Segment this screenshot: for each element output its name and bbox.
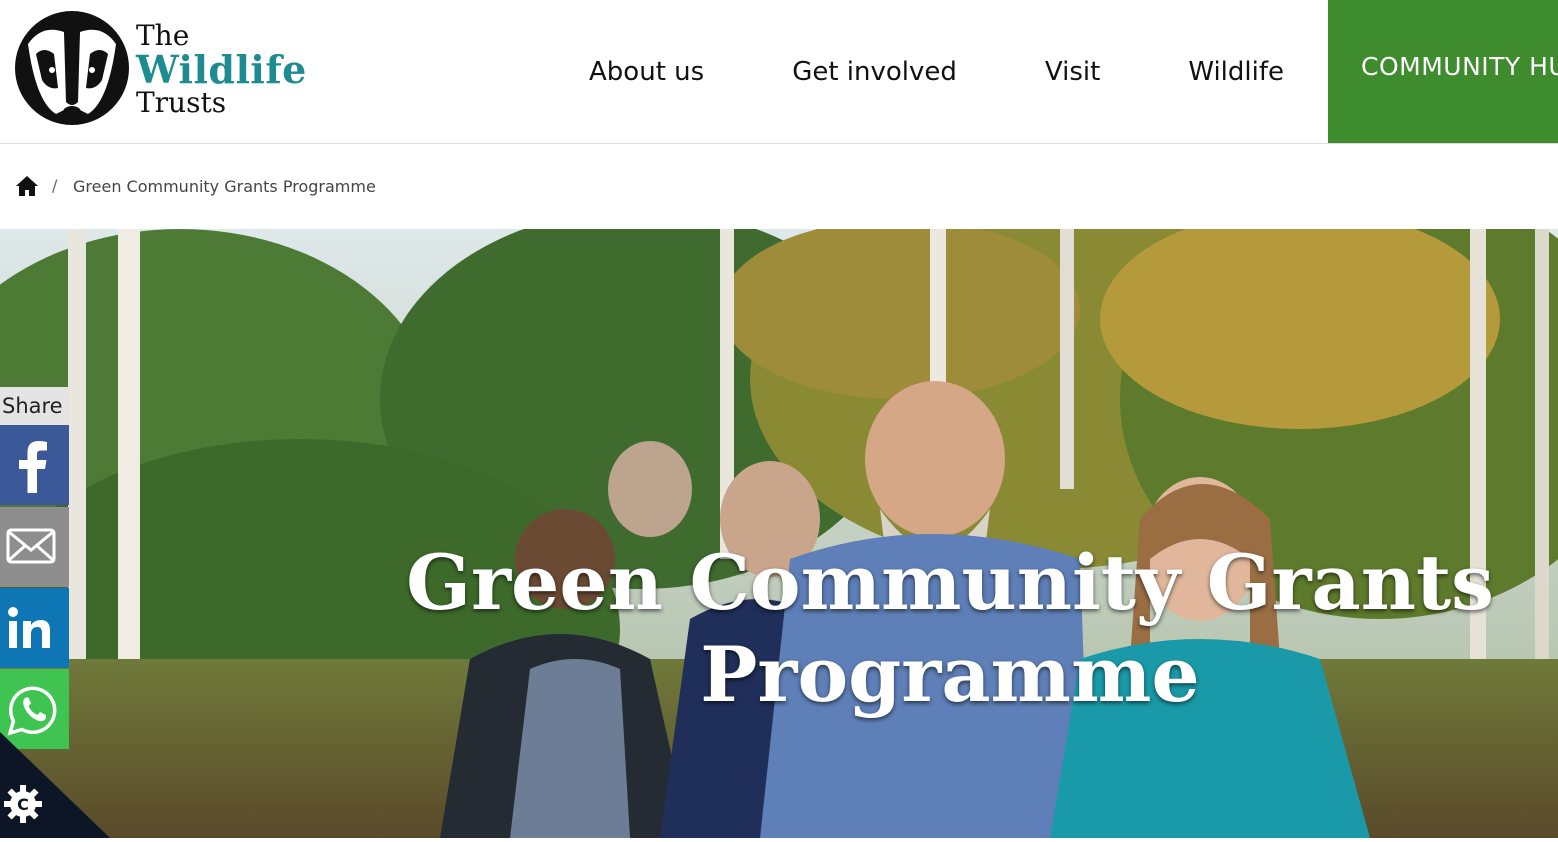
linkedin-icon [8, 607, 50, 648]
nav-about-us[interactable]: About us [589, 57, 704, 87]
breadcrumb-separator: / [52, 176, 58, 195]
logo-line-wildlife: Wildlife [136, 47, 307, 92]
nav-wildlife[interactable]: Wildlife [1188, 57, 1284, 87]
main-nav: About us Get involved Visit Wildlife [589, 0, 1284, 143]
cookie-settings-button[interactable]: C [0, 732, 110, 838]
facebook-icon [19, 441, 47, 493]
site-header: The Wildlife Trusts About us Get involve… [0, 0, 1558, 144]
logo-wordmark: The Wildlife Trusts [136, 22, 307, 117]
share-email-button[interactable] [0, 507, 69, 587]
share-facebook-button[interactable] [0, 425, 69, 505]
logo-line-trusts: Trusts [136, 86, 227, 119]
breadcrumb-current: Green Community Grants Programme [73, 177, 376, 196]
share-linkedin-button[interactable] [0, 588, 69, 668]
logo-line-the: The [136, 19, 190, 52]
share-label: Share [0, 387, 69, 425]
hero-banner: Green Community Grants Programme [0, 229, 1558, 838]
svg-text:C: C [17, 795, 29, 814]
nav-get-involved[interactable]: Get involved [792, 57, 957, 87]
home-icon[interactable] [15, 175, 39, 197]
mail-icon [6, 528, 56, 564]
badger-icon [15, 11, 129, 125]
cookie-settings-icon: C [0, 732, 110, 838]
hero-photo [0, 229, 1558, 838]
hero-title: Green Community Grants Programme [400, 537, 1500, 721]
nav-community-hub-label: COMMUNITY HUB [1361, 52, 1558, 81]
nav-visit[interactable]: Visit [1045, 57, 1100, 87]
nav-community-hub[interactable]: COMMUNITY HUB [1328, 0, 1558, 143]
site-logo[interactable]: The Wildlife Trusts [14, 10, 307, 128]
hero-title-line-1: Green Community Grants [406, 538, 1494, 627]
hero-title-line-2: Programme [700, 630, 1200, 719]
